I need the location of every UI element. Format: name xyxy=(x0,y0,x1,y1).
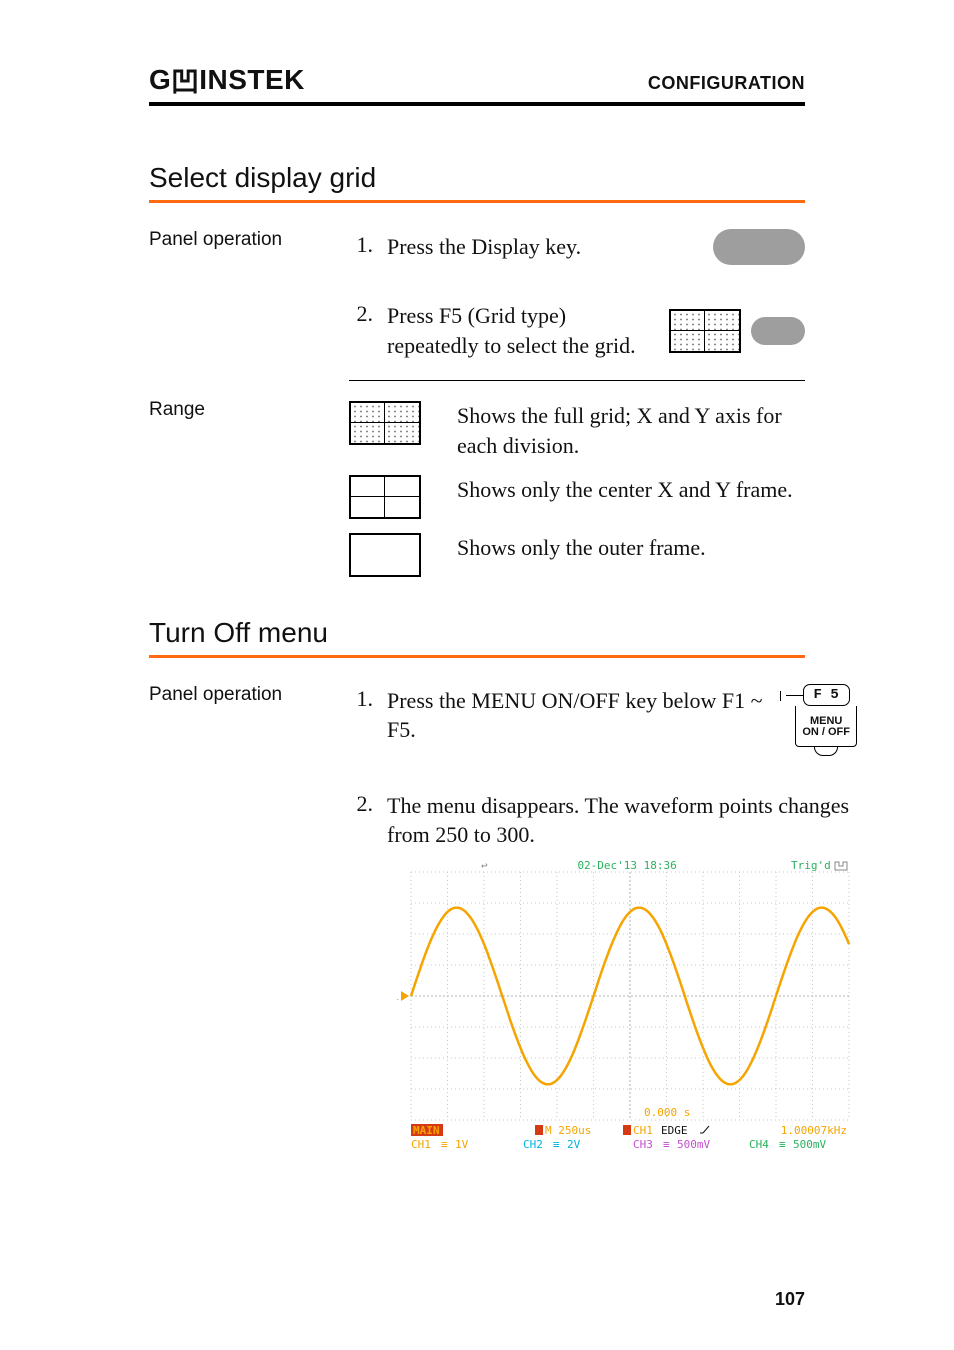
display-key-icon xyxy=(713,229,805,265)
grid-type-icon xyxy=(669,309,741,353)
panel-operation-label: Panel operation xyxy=(149,684,349,1164)
svg-text:≡: ≡ xyxy=(441,1138,448,1151)
orange-rule xyxy=(149,655,805,658)
svg-text:M 250us: M 250us xyxy=(545,1124,591,1137)
f5-key-label: F 5 xyxy=(814,687,839,703)
svg-text:0.000 s: 0.000 s xyxy=(644,1106,690,1119)
svg-text:CH4: CH4 xyxy=(749,1138,769,1151)
step-text: Press F5 (Grid type) repeatedly to selec… xyxy=(387,301,657,360)
menu-onoff-key-icon: F 5 MENUON / OFF xyxy=(795,684,857,747)
svg-text:↩: ↩ xyxy=(481,859,488,872)
step-number: 1. xyxy=(349,686,373,712)
svg-text:EDGE: EDGE xyxy=(661,1124,688,1137)
svg-text:Trig'd: Trig'd xyxy=(791,859,831,872)
section-title-menu: Turn Off menu xyxy=(149,617,805,649)
range-desc: Shows only the outer frame. xyxy=(457,533,805,563)
f5-key-icon xyxy=(751,317,805,345)
section-title-grid: Select display grid xyxy=(149,162,805,194)
svg-text:500mV: 500mV xyxy=(677,1138,710,1151)
oscilloscope-screenshot: 1 ↩ 02-Dec'13 18:36 Trig'd 0.000 s MAIN M 250u… xyxy=(397,856,857,1156)
svg-text:≡: ≡ xyxy=(553,1138,560,1151)
range-desc: Shows the full grid; X and Y axis for ea… xyxy=(457,401,805,460)
step-text: Press the MENU ON/OFF key below F1 ~ F5. xyxy=(387,686,783,745)
svg-text:2V: 2V xyxy=(567,1138,581,1151)
menu-label-line2: ON / OFF xyxy=(802,726,850,738)
grid-outer-icon xyxy=(349,533,421,577)
svg-text:1V: 1V xyxy=(455,1138,469,1151)
grid-full-icon xyxy=(349,401,421,445)
svg-text:≡: ≡ xyxy=(779,1138,786,1151)
svg-text:CH3: CH3 xyxy=(633,1138,653,1151)
svg-text:1: 1 xyxy=(397,990,399,1003)
svg-text:≡: ≡ xyxy=(663,1138,670,1151)
svg-text:MAIN: MAIN xyxy=(413,1124,440,1137)
range-desc: Shows only the center X and Y frame. xyxy=(457,475,805,505)
step-number: 1. xyxy=(349,232,373,258)
svg-text:CH1: CH1 xyxy=(633,1124,653,1137)
page-number: 107 xyxy=(775,1289,805,1310)
svg-text:1.00007kHz: 1.00007kHz xyxy=(781,1124,847,1137)
step-number: 2. xyxy=(349,301,373,327)
step-text: The menu disappears. The waveform points… xyxy=(387,793,849,848)
svg-text:500mV: 500mV xyxy=(793,1138,826,1151)
step-number: 2. xyxy=(349,791,373,817)
header-rule xyxy=(149,102,805,106)
svg-text:CH2: CH2 xyxy=(523,1138,543,1151)
thin-rule xyxy=(349,380,805,381)
brand-logo: G凹INSTEK xyxy=(149,58,305,98)
svg-text:CH1: CH1 xyxy=(411,1138,431,1151)
svg-text:02-Dec'13 18:36: 02-Dec'13 18:36 xyxy=(577,859,676,872)
orange-rule xyxy=(149,200,805,203)
section-header: CONFIGURATION xyxy=(648,73,805,94)
range-label: Range xyxy=(149,399,349,576)
step-text: Press the Display key. xyxy=(387,232,701,262)
panel-operation-label: Panel operation xyxy=(149,229,349,381)
grid-center-icon xyxy=(349,475,421,519)
